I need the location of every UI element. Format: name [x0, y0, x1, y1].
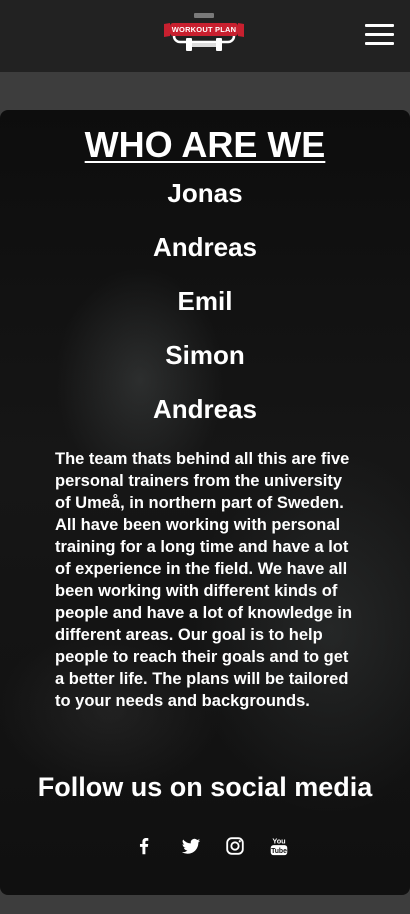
svg-text:You: You	[272, 836, 285, 845]
team-names-list: Jonas Andreas Emil Simon Andreas	[0, 176, 410, 446]
page-title: WHO ARE WE	[84, 124, 326, 165]
workout-plan-logo[interactable]: WORKOUT PLAN	[160, 10, 248, 54]
team-description: The team thats behind all this are five …	[55, 450, 353, 710]
team-member-name: Andreas	[152, 394, 258, 424]
facebook-icon[interactable]	[133, 834, 155, 858]
svg-text:Tube: Tube	[271, 848, 287, 855]
top-navbar: WORKOUT PLAN	[0, 0, 410, 72]
twitter-icon[interactable]	[180, 834, 202, 858]
team-member-name: Jonas	[167, 178, 243, 208]
social-heading: Follow us on social media	[37, 772, 373, 802]
hamburger-menu-icon[interactable]	[362, 20, 396, 50]
team-member-name: Simon	[165, 340, 245, 370]
team-member-name: Emil	[177, 286, 233, 316]
about-card: WHO ARE WE Jonas Andreas Emil Simon Andr…	[0, 110, 410, 895]
logo-text: WORKOUT PLAN	[170, 23, 238, 36]
instagram-icon[interactable]	[224, 834, 246, 858]
social-links: You Tube	[0, 834, 410, 860]
youtube-icon[interactable]: You Tube	[268, 834, 290, 858]
team-member-name: Andreas	[152, 232, 258, 262]
